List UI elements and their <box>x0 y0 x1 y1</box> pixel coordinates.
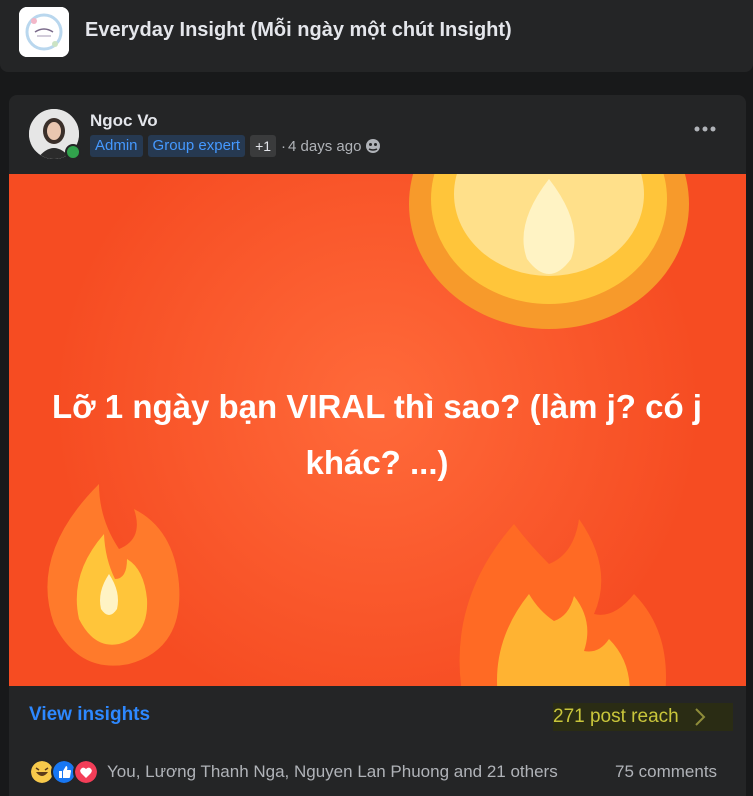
meta-separator: · <box>281 137 287 155</box>
fire-emoji-top-right <box>409 174 689 329</box>
view-insights-link[interactable]: View insights <box>29 704 150 726</box>
reactions-summary[interactable]: You, Lương Thanh Nga, Nguyen Lan Phuong … <box>29 759 558 785</box>
post-reach-button[interactable]: 271 post reach <box>553 703 733 731</box>
more-options-icon[interactable] <box>689 117 721 141</box>
more-badges[interactable]: +1 <box>250 135 277 157</box>
post-time[interactable]: 4 days ago <box>288 138 361 155</box>
fire-emoji-bottom-left <box>47 484 180 666</box>
group-logo-image <box>19 7 69 57</box>
post-reach-label: 271 post reach <box>553 706 679 727</box>
post-card: Ngoc Vo Admin Group expert +1 · 4 days a… <box>9 95 746 796</box>
reaction-names[interactable]: You, Lương Thanh Nga, Nguyen Lan Phuong … <box>107 762 558 782</box>
comments-count[interactable]: 75 comments <box>615 762 717 782</box>
online-status-indicator <box>65 144 81 160</box>
group-header: Everyday Insight (Mỗi ngày một chút Insi… <box>0 0 753 72</box>
group-expert-badge[interactable]: Group expert <box>147 135 246 157</box>
post-meta: Admin Group expert +1 · 4 days ago <box>90 134 381 158</box>
post-image-text: Lỡ 1 ngày bạn VIRAL thì sao? (làm j? có … <box>52 388 702 481</box>
group-audience-icon <box>365 138 381 154</box>
group-title[interactable]: Everyday Insight (Mỗi ngày một chút Insi… <box>85 19 512 42</box>
admin-badge[interactable]: Admin <box>90 135 143 157</box>
chevron-right-icon <box>694 708 706 726</box>
love-icon <box>73 759 99 785</box>
post-image[interactable]: Lỡ 1 ngày bạn VIRAL thì sao? (làm j? có … <box>9 174 746 686</box>
group-logo[interactable] <box>19 7 69 57</box>
author-name[interactable]: Ngoc Vo <box>90 111 158 131</box>
fire-emoji-bottom-right <box>459 519 666 686</box>
